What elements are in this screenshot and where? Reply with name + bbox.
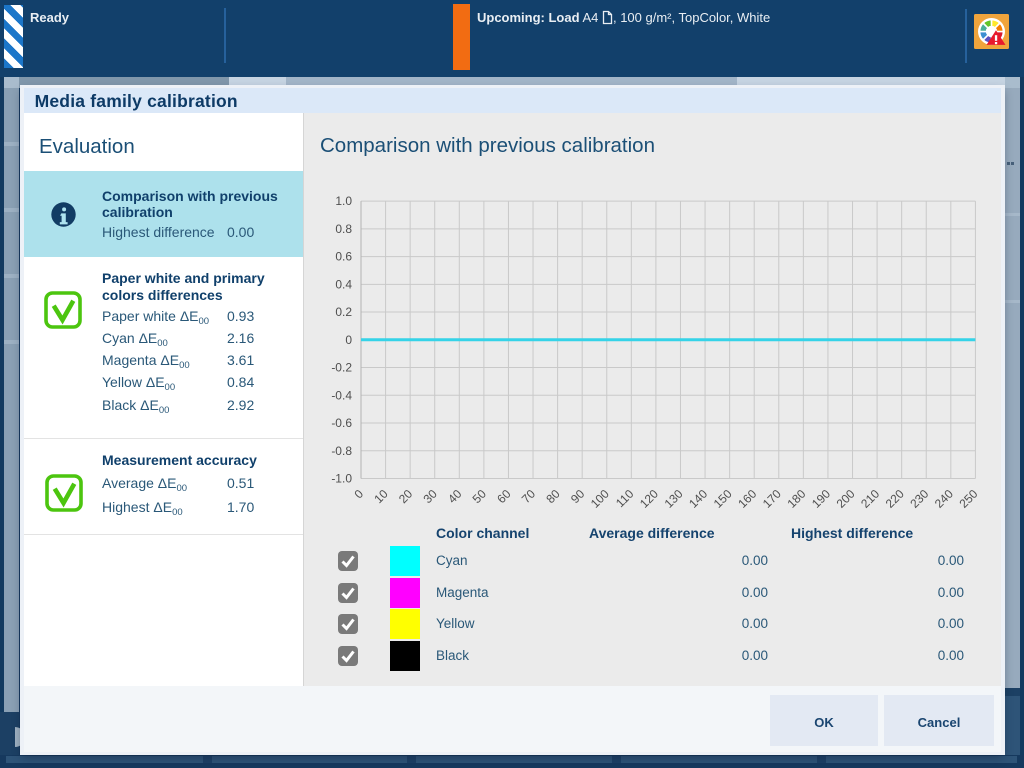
svg-text:0.4: 0.4	[335, 277, 352, 291]
svg-text:110: 110	[613, 486, 637, 510]
svg-text:-0.8: -0.8	[331, 444, 352, 458]
svg-text:0: 0	[345, 333, 352, 347]
svg-text:200: 200	[834, 486, 858, 510]
svg-text:160: 160	[735, 486, 759, 510]
svg-text:40: 40	[445, 486, 465, 506]
svg-text:20: 20	[396, 486, 416, 506]
svg-text:0: 0	[351, 487, 366, 502]
svg-text:250: 250	[956, 486, 980, 510]
svg-text:190: 190	[809, 486, 833, 510]
svg-text:10: 10	[371, 486, 391, 506]
svg-text:1.0: 1.0	[335, 194, 352, 208]
svg-text:50: 50	[470, 486, 490, 506]
svg-text:0.6: 0.6	[335, 250, 352, 264]
svg-text:180: 180	[784, 486, 808, 510]
svg-text:0.2: 0.2	[335, 305, 352, 319]
svg-text:210: 210	[858, 486, 882, 510]
svg-text:90: 90	[568, 486, 588, 506]
svg-text:0.8: 0.8	[335, 222, 352, 236]
svg-text:220: 220	[883, 486, 907, 510]
svg-text:70: 70	[519, 486, 539, 506]
svg-text:150: 150	[711, 486, 735, 510]
svg-text:230: 230	[907, 486, 931, 510]
svg-text:100: 100	[588, 486, 612, 510]
svg-text:-1.0: -1.0	[331, 472, 352, 486]
svg-text:170: 170	[760, 486, 784, 510]
svg-text:80: 80	[543, 486, 563, 506]
svg-text:130: 130	[662, 486, 686, 510]
svg-text:-0.6: -0.6	[331, 416, 352, 430]
svg-text:-0.4: -0.4	[331, 388, 352, 402]
svg-text:240: 240	[932, 486, 956, 510]
svg-text:60: 60	[494, 486, 514, 506]
svg-text:-0.2: -0.2	[331, 361, 352, 375]
svg-text:140: 140	[686, 486, 710, 510]
svg-text:120: 120	[637, 486, 661, 510]
svg-text:30: 30	[421, 486, 441, 506]
